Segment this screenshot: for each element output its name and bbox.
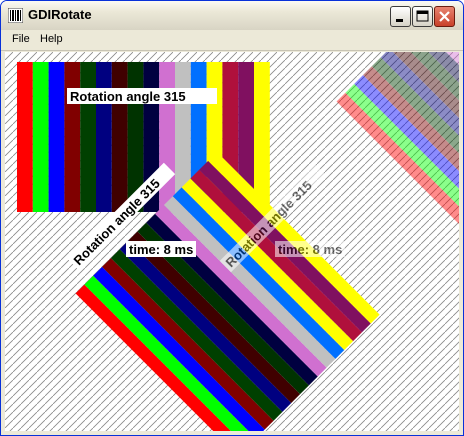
menu-file[interactable]: File [12, 33, 30, 45]
upright-stripe [111, 62, 128, 212]
upright-stripe [32, 62, 49, 212]
upright-stripe [96, 62, 112, 212]
window-bottom-border [1, 431, 463, 435]
faded-time-label: time: 8 ms [275, 241, 345, 257]
close-button[interactable] [434, 6, 455, 27]
upright-stripe [80, 62, 96, 212]
close-icon [439, 11, 450, 22]
faded-time-text: time: 8 ms [278, 242, 342, 257]
minimize-icon [396, 19, 403, 22]
minimize-button[interactable] [390, 6, 411, 27]
app-window: GDIRotate File Help Rotation angle 315 R… [0, 0, 464, 436]
upright-angle-text: Rotation angle 315 [70, 89, 186, 104]
upright-angle-label: Rotation angle 315 [67, 88, 217, 104]
drawing-canvas: Rotation angle 315 Rotation angle 315 ti… [5, 52, 459, 431]
upright-stripe [159, 62, 175, 212]
window-title: GDIRotate [28, 7, 92, 22]
menu-help[interactable]: Help [40, 33, 63, 45]
upright-stripe [254, 62, 270, 212]
title-bar[interactable]: GDIRotate [1, 1, 463, 30]
rotated-time-label: time: 8 ms [126, 241, 196, 257]
upright-stripe [17, 62, 33, 212]
upright-stripe [64, 62, 81, 212]
menu-bar: File Help [1, 30, 463, 51]
rotated-time-text: time: 8 ms [129, 242, 193, 257]
barcode-icon [8, 8, 23, 23]
maximize-button[interactable] [412, 6, 433, 27]
maximize-icon [416, 10, 429, 22]
upright-stripe [48, 62, 65, 212]
